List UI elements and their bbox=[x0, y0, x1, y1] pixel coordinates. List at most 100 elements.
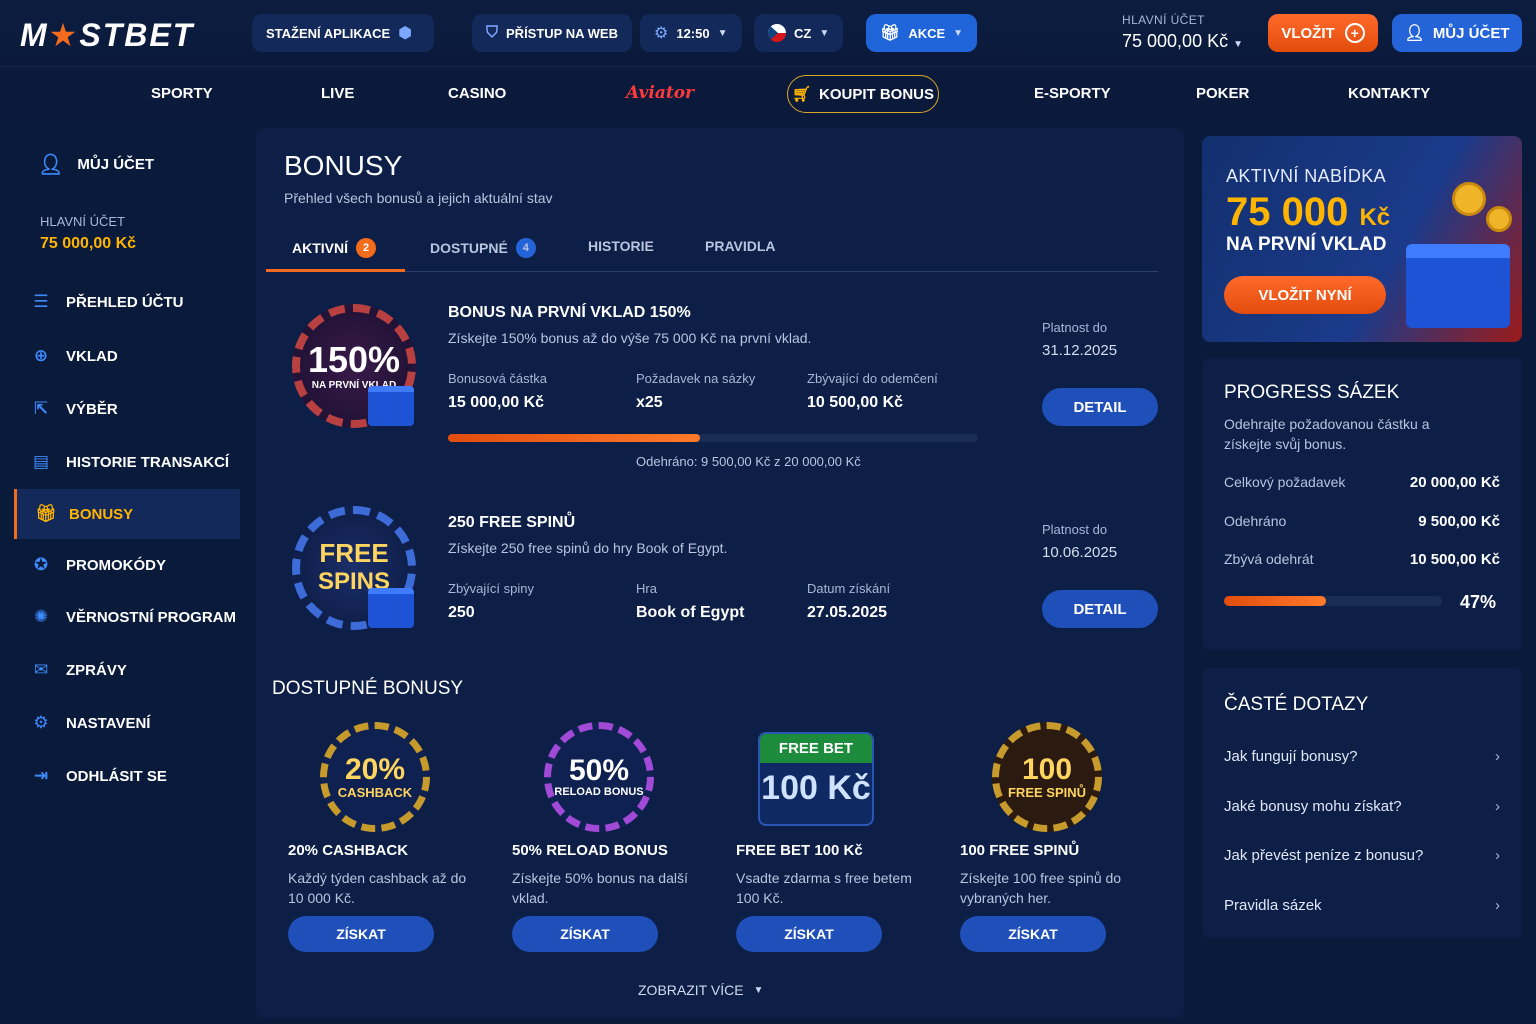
account-sidebar: 👤︎ MŮJ ÚČET HLAVNÍ ÚČET 75 000,00 Kč ☰ P… bbox=[14, 134, 240, 824]
bonus-field-label: Hra bbox=[636, 581, 657, 596]
czech-flag-icon bbox=[768, 24, 786, 42]
offer-subtitle: NA PRVNÍ VKLAD bbox=[1226, 234, 1387, 255]
faq-item[interactable]: Pravidla sázek › bbox=[1224, 897, 1500, 914]
time-label: 12:50 bbox=[676, 25, 710, 41]
wager-progress-percent: 47% bbox=[1460, 592, 1497, 612]
gift-box-icon bbox=[1406, 244, 1510, 328]
available-bonus-title: 20% CASHBACK bbox=[288, 842, 409, 859]
list-icon: ☰ bbox=[33, 292, 49, 311]
bonus-valid-value: 10.06.2025 bbox=[1042, 544, 1118, 561]
faq-item[interactable]: Jak převést peníze z bonusu? › bbox=[1224, 847, 1500, 864]
bonus-field-value: 10 500,00 Kč bbox=[807, 394, 904, 411]
chip-small-text: FREE BET bbox=[760, 734, 872, 763]
tab-label: AKTIVNÍ bbox=[292, 240, 348, 256]
app-download-button[interactable]: STAŽENÍ APLIKACE ⬢ bbox=[252, 14, 435, 52]
free-bet-ticket-image: FREE BET 100 Kč bbox=[758, 732, 874, 826]
android-icon: ⬢ bbox=[398, 25, 413, 42]
offer-currency: Kč bbox=[1359, 204, 1391, 231]
nav-casino[interactable]: CASINO bbox=[448, 85, 506, 102]
my-account-label: MŮJ ÚČET bbox=[1432, 24, 1510, 42]
offer-label: AKTIVNÍ NABÍDKA bbox=[1226, 166, 1387, 186]
gear-icon: ⚙ bbox=[654, 25, 669, 42]
withdraw-icon: ⇱ bbox=[33, 399, 49, 418]
deposit-label: VLOŽIT bbox=[1281, 24, 1335, 42]
tab-history[interactable]: HISTORIE bbox=[588, 238, 654, 254]
tab-available[interactable]: DOSTUPNÉ 4 bbox=[430, 238, 536, 258]
bonus-title: BONUS NA PRVNÍ VKLAD 150% bbox=[448, 304, 691, 321]
nav-kontakty[interactable]: KONTAKTY bbox=[1348, 85, 1430, 102]
sidebar-item-label: NASTAVENÍ bbox=[66, 714, 151, 732]
sidebar-main-value: 75 000,00 Kč bbox=[40, 235, 137, 252]
progress-row-label: Zbývá odehrát bbox=[1224, 551, 1314, 567]
nav-aviator[interactable]: Aviator bbox=[626, 83, 694, 103]
progress-row-value: 10 500,00 Kč bbox=[1409, 551, 1500, 568]
sidebar-item-overview[interactable]: ☰ PŘEHLED ÚČTU bbox=[14, 277, 240, 327]
main-account-summary[interactable]: HLAVNÍ ÚČET 75 000,00 Kč ▼ bbox=[1122, 13, 1243, 52]
logo[interactable]: M★STBET bbox=[20, 16, 194, 54]
web-access-button[interactable]: ⛉ PŘÍSTUP NA WEB bbox=[472, 14, 632, 52]
my-account-button[interactable]: 👤︎ MŮJ ÚČET bbox=[1392, 14, 1522, 52]
sidebar-item-label: HISTORIE TRANSAKCÍ bbox=[66, 453, 230, 471]
sidebar-item-settings[interactable]: ⚙ NASTAVENÍ bbox=[14, 698, 240, 748]
available-bonus-card: 20% CASHBACK 20% CASHBACK Každý týden ca… bbox=[272, 714, 484, 964]
progress-row: Celkový požadavek 20 000,00 Kč bbox=[1224, 474, 1500, 491]
main-account-label: HLAVNÍ ÚČET bbox=[1122, 13, 1205, 27]
chevron-right-icon: › bbox=[1495, 847, 1500, 864]
nav-sporty[interactable]: SPORTY bbox=[151, 85, 213, 102]
sidebar-item-loyalty[interactable]: ✺ VĚRNOSTNÍ PROGRAM bbox=[14, 592, 240, 642]
nav-buy-bonus[interactable]: 🛒︎ KOUPIT BONUS bbox=[787, 75, 939, 113]
detail-button[interactable]: DETAIL bbox=[1042, 388, 1158, 426]
badge-icon: ✺ bbox=[33, 607, 49, 626]
sidebar-item-label: VÝBĚR bbox=[66, 400, 118, 418]
sidebar-item-history[interactable]: ▤ HISTORIE TRANSAKCÍ bbox=[14, 437, 240, 487]
sidebar-item-label: VĚRNOSTNÍ PROGRAM bbox=[66, 608, 237, 626]
progress-desc: Odehrajte požadovanou částku a získejte … bbox=[1224, 416, 1430, 452]
active-bonus-card: 150% NA PRVNÍ VKLAD BONUS NA PRVNÍ VKLAD… bbox=[266, 296, 1166, 476]
chevron-right-icon: › bbox=[1495, 798, 1500, 815]
sidebar-item-bonuses[interactable]: 🎁︎ BONUSY bbox=[14, 489, 240, 539]
cashback-chip-image: 20% CASHBACK bbox=[320, 722, 430, 832]
claim-button[interactable]: ZÍSKAT bbox=[288, 916, 434, 952]
tab-label: HISTORIE bbox=[588, 238, 654, 254]
sidebar-item-deposit[interactable]: ⊕ VKLAD bbox=[14, 331, 240, 381]
sidebar-item-messages[interactable]: ✉ ZPRÁVY bbox=[14, 645, 240, 695]
tab-underline bbox=[266, 269, 405, 272]
language-selector[interactable]: CZ ▼ bbox=[754, 14, 844, 52]
show-more-button[interactable]: ZOBRAZIT VÍCE ▼ bbox=[638, 982, 763, 998]
bonus-valid-label: Platnost do bbox=[1042, 522, 1108, 537]
bonus-field-label: Datum získání bbox=[807, 581, 891, 596]
tab-active[interactable]: AKTIVNÍ 2 bbox=[292, 238, 376, 258]
history-icon: ▤ bbox=[32, 452, 50, 471]
faq-item[interactable]: Jaké bonusy mohu získat? › bbox=[1224, 798, 1500, 815]
promo-button[interactable]: 🎁︎ AKCE ▼ bbox=[866, 14, 978, 52]
detail-button[interactable]: DETAIL bbox=[1042, 590, 1158, 628]
time-selector[interactable]: ⚙ 12:50 ▼ bbox=[640, 14, 742, 52]
claim-button[interactable]: ZÍSKAT bbox=[960, 916, 1106, 952]
sidebar-item-withdraw[interactable]: ⇱ VÝBĚR bbox=[14, 384, 240, 434]
deposit-now-button[interactable]: VLOŽIT NYNÍ bbox=[1224, 276, 1386, 314]
sidebar-account-label: MŮJ ÚČET bbox=[77, 156, 155, 173]
main-account-value: 75 000,00 Kč ▼ bbox=[1122, 31, 1243, 52]
nav-live[interactable]: LIVE bbox=[321, 85, 354, 102]
deposit-button[interactable]: VLOŽIT + bbox=[1268, 14, 1378, 52]
gift-icon: 🎁︎ bbox=[880, 25, 901, 42]
plus-circle-icon: ⊕ bbox=[33, 346, 49, 365]
promo-label: AKCE bbox=[908, 25, 946, 41]
chip-big-text: 50% bbox=[568, 754, 630, 787]
chevron-down-icon: ▼ bbox=[717, 27, 728, 39]
bonus-valid-value: 31.12.2025 bbox=[1042, 342, 1118, 359]
chip-big-text: 100 bbox=[1021, 752, 1073, 786]
sidebar-account[interactable]: 👤︎ MŮJ ÚČET bbox=[38, 152, 154, 177]
sidebar-item-label: ODHLÁSIT SE bbox=[66, 767, 167, 785]
gift-icon: 🎁︎ bbox=[35, 504, 57, 523]
sidebar-item-logout[interactable]: ⇥ ODHLÁSIT SE bbox=[14, 751, 240, 801]
nav-poker[interactable]: POKER bbox=[1196, 85, 1249, 102]
claim-button[interactable]: ZÍSKAT bbox=[736, 916, 882, 952]
claim-button[interactable]: ZÍSKAT bbox=[512, 916, 658, 952]
tab-rules[interactable]: PRAVIDLA bbox=[705, 238, 776, 254]
reload-chip-image: 50% RELOAD BONUS bbox=[544, 722, 654, 832]
nav-esporty[interactable]: E-SPORTY bbox=[1034, 85, 1111, 102]
chevron-right-icon: › bbox=[1495, 897, 1500, 914]
sidebar-item-promocodes[interactable]: ✪ PROMOKÓDY bbox=[14, 540, 240, 590]
faq-item[interactable]: Jak fungují bonusy? › bbox=[1224, 748, 1500, 765]
